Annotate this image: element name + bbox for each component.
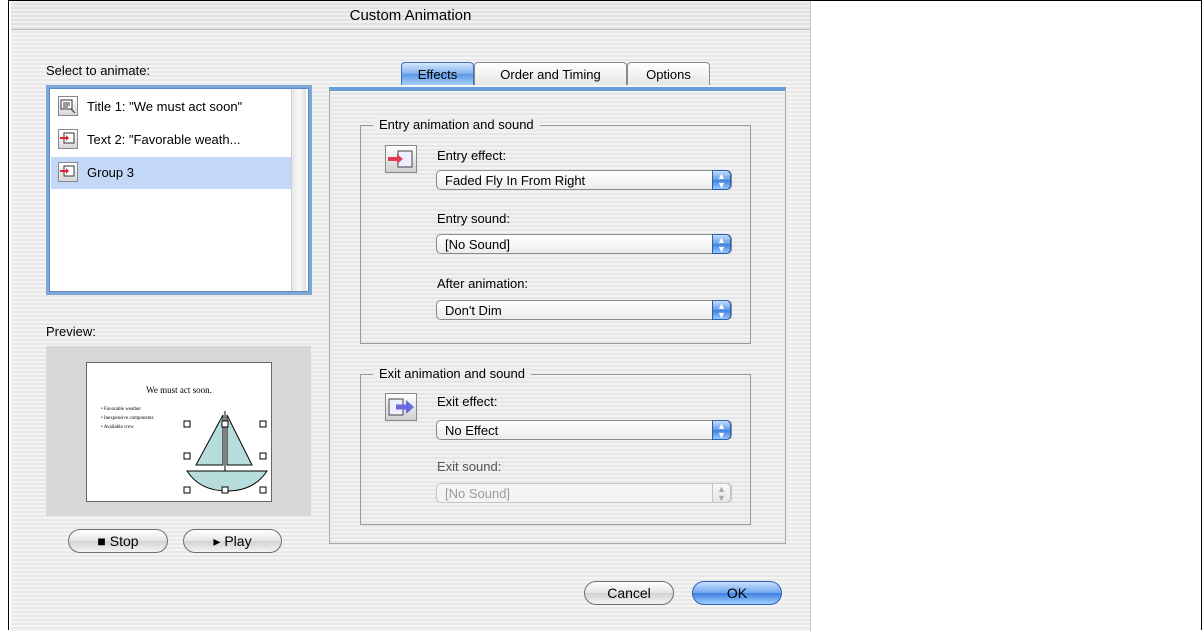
entry-sound-label: Entry sound: bbox=[437, 211, 510, 226]
exit-sound-select: [No Sound] ▲ ▼ bbox=[436, 483, 732, 503]
tab-order-and-timing[interactable]: Order and Timing bbox=[474, 62, 627, 85]
exit-effect-select[interactable]: No Effect ▲ ▼ bbox=[436, 420, 732, 440]
ok-button[interactable]: OK bbox=[692, 581, 782, 605]
exit-effect-value: No Effect bbox=[445, 423, 499, 438]
entry-sound-select[interactable]: [No Sound] ▲ ▼ bbox=[436, 234, 732, 254]
animate-group-icon bbox=[58, 162, 78, 182]
animate-text-icon bbox=[58, 129, 78, 149]
custom-animation-dialog: Custom Animation Select to animate: Titl… bbox=[11, 1, 811, 631]
after-animation-select[interactable]: Don't Dim ▲ ▼ bbox=[436, 300, 732, 320]
updown-arrows-icon: ▲ ▼ bbox=[712, 234, 731, 254]
exit-animation-group: Exit animation and sound Exit effect: No… bbox=[360, 366, 751, 525]
preview-label: Preview: bbox=[46, 324, 96, 339]
entry-effect-label: Entry effect: bbox=[437, 148, 507, 163]
window-title: Custom Animation bbox=[349, 7, 472, 24]
updown-arrows-icon: ▲ ▼ bbox=[712, 300, 731, 320]
exit-sound-label: Exit sound: bbox=[437, 459, 502, 474]
slide-title: We must act soon. bbox=[146, 385, 212, 395]
animate-object-list[interactable]: Title 1: "We must act soon" Text 2: "Fav… bbox=[46, 85, 312, 295]
list-item-label: Title 1: "We must act soon" bbox=[87, 99, 243, 114]
cancel-button[interactable]: Cancel bbox=[584, 581, 674, 605]
exit-effect-label: Exit effect: bbox=[437, 394, 498, 409]
entry-sound-value: [No Sound] bbox=[445, 237, 511, 252]
updown-arrows-icon: ▲ ▼ bbox=[712, 170, 731, 190]
title-bar[interactable]: Custom Animation bbox=[11, 1, 810, 30]
entry-effect-value: Faded Fly In From Right bbox=[445, 173, 586, 188]
entry-group-title: Entry animation and sound bbox=[373, 117, 540, 132]
slide-thumbnail: We must act soon. • Favorable weather • … bbox=[86, 362, 272, 502]
after-animation-value: Don't Dim bbox=[445, 303, 502, 318]
list-item-group-3[interactable]: Group 3 bbox=[51, 157, 291, 189]
tab-effects[interactable]: Effects bbox=[401, 62, 474, 85]
updown-arrows-icon: ▲ ▼ bbox=[712, 420, 731, 440]
after-animation-label: After animation: bbox=[437, 276, 529, 291]
entry-effect-icon bbox=[385, 145, 417, 173]
exit-group-title: Exit animation and sound bbox=[373, 366, 531, 381]
stop-button[interactable]: ■ Stop bbox=[68, 529, 168, 553]
list-item-label: Group 3 bbox=[87, 165, 134, 180]
list-item-label: Text 2: "Favorable weath... bbox=[87, 132, 241, 147]
play-button[interactable]: ▸ Play bbox=[183, 529, 282, 553]
preview-area: We must act soon. • Favorable weather • … bbox=[46, 346, 311, 516]
list-item-text-2[interactable]: Text 2: "Favorable weath... bbox=[51, 124, 291, 156]
updown-arrows-icon: ▲ ▼ bbox=[712, 483, 731, 503]
exit-effect-icon bbox=[385, 393, 417, 421]
animate-title-icon bbox=[58, 96, 78, 116]
slide-bullet: • Available crew bbox=[101, 425, 134, 430]
list-item-title-1[interactable]: Title 1: "We must act soon" bbox=[51, 91, 291, 123]
select-to-animate-label: Select to animate: bbox=[46, 63, 151, 78]
slide-bullet: • Inexpensive components bbox=[101, 416, 154, 421]
entry-effect-select[interactable]: Faded Fly In From Right ▲ ▼ bbox=[436, 170, 732, 190]
exit-sound-value: [No Sound] bbox=[445, 486, 511, 501]
sailboat-graphic bbox=[183, 411, 268, 494]
entry-animation-group: Entry animation and sound Entry effect: … bbox=[360, 117, 751, 344]
slide-bullet: • Favorable weather bbox=[101, 407, 142, 412]
list-scrollbar[interactable] bbox=[291, 89, 306, 291]
tab-options[interactable]: Options bbox=[627, 62, 710, 85]
